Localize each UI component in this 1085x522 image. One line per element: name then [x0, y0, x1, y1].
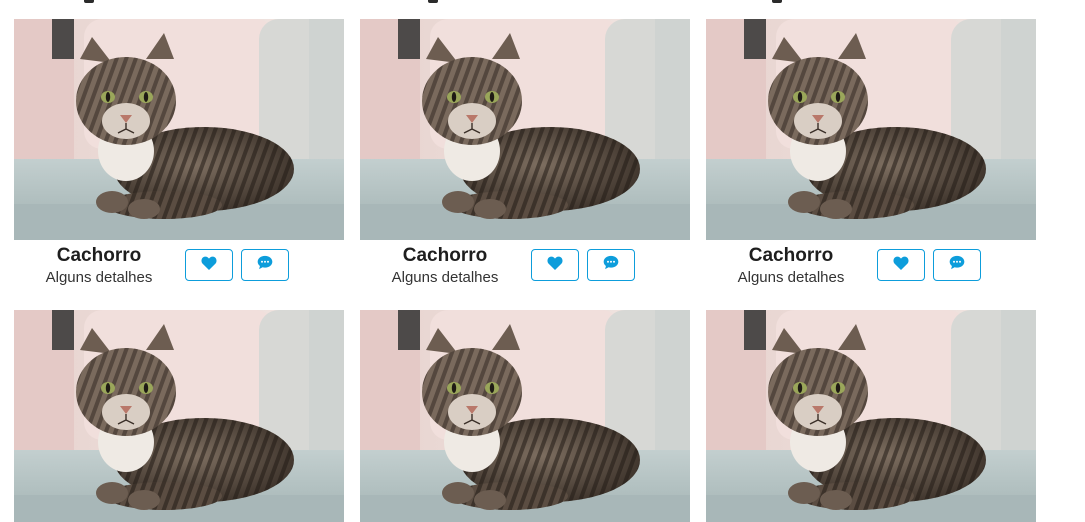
card-text: Cachorro Alguns detalhes: [360, 240, 530, 288]
card-subtitle: Alguns detalhes: [391, 269, 499, 286]
card: Cachorro Alguns detalhes: [706, 19, 1036, 310]
card-text: Cachorro Alguns detalhes: [14, 240, 184, 288]
comment-button[interactable]: [587, 249, 635, 281]
card-caption: Cachorro Alguns detalhes: [14, 240, 344, 310]
card: [14, 310, 344, 522]
comment-icon: [603, 255, 619, 275]
card-title: Cachorro: [748, 245, 834, 266]
cat-photo: [14, 19, 344, 240]
card-text: Cachorro Alguns detalhes: [706, 240, 876, 288]
cat-photo: [14, 310, 344, 522]
card-title: Cachorro: [402, 245, 488, 266]
heart-icon: [893, 256, 909, 275]
cat-photo: [360, 19, 690, 240]
card: [360, 310, 690, 522]
card-title: Cachorro: [56, 245, 142, 266]
cat-photo: [360, 310, 690, 522]
card-actions: [531, 240, 635, 281]
like-button[interactable]: [185, 249, 233, 281]
cat-photo: [706, 310, 1036, 522]
card-caption: Cachorro Alguns detalhes: [360, 240, 690, 310]
card-subtitle: Alguns detalhes: [45, 269, 153, 286]
like-button[interactable]: [877, 249, 925, 281]
cat-photo: [706, 19, 1036, 240]
previous-row-cutoff: [0, 0, 1085, 6]
card: Cachorro Alguns detalhes: [14, 19, 344, 310]
card-actions: [185, 240, 289, 281]
heart-icon: [201, 256, 217, 275]
like-button[interactable]: [531, 249, 579, 281]
card: [706, 310, 1036, 522]
card-subtitle: Alguns detalhes: [737, 269, 845, 286]
card-grid: Cachorro Alguns detalhes Cachorro Alguns…: [14, 19, 1036, 522]
card-actions: [877, 240, 981, 281]
card: Cachorro Alguns detalhes: [360, 19, 690, 310]
comment-button[interactable]: [241, 249, 289, 281]
comment-icon: [257, 255, 273, 275]
comment-icon: [949, 255, 965, 275]
gallery-page: Cachorro Alguns detalhes Cachorro Alguns…: [0, 0, 1085, 522]
comment-button[interactable]: [933, 249, 981, 281]
card-caption: Cachorro Alguns detalhes: [706, 240, 1036, 310]
heart-icon: [547, 256, 563, 275]
